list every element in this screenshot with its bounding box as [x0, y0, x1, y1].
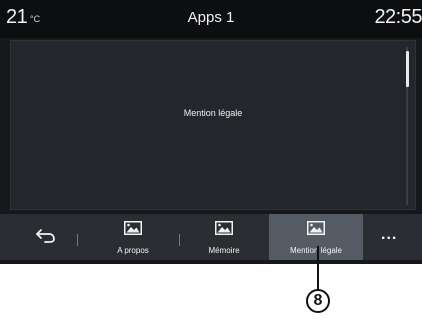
content-panel[interactable]: Mention légale [10, 40, 416, 210]
tab-memoire[interactable]: Mémoire [187, 214, 261, 260]
image-icon [124, 221, 142, 240]
tab-a-propos[interactable]: A propos [96, 214, 170, 260]
bottom-toolbar: A propos Mémoire Mention légale ... [0, 214, 422, 260]
clock: 22:55 [374, 6, 422, 28]
tab-label: A propos [117, 246, 149, 255]
image-icon [307, 221, 325, 240]
more-options-icon[interactable]: ... [381, 226, 397, 244]
toolbar-divider [77, 234, 78, 246]
app-title: Apps 1 [187, 9, 235, 26]
toolbar-divider [179, 234, 180, 246]
infotainment-screen: 21 °C Apps 1 22:55 Mention légale A prop… [0, 0, 422, 264]
callout-leader-line [317, 246, 319, 290]
scrollbar-thumb[interactable] [406, 51, 409, 87]
tab-label: Mémoire [208, 246, 240, 255]
image-icon [215, 221, 233, 240]
back-arrow-icon[interactable] [34, 228, 58, 249]
content-text: Mention légale [183, 108, 243, 118]
tab-mention-legale[interactable]: Mention légale [269, 214, 363, 260]
tab-label: Mention légale [289, 246, 343, 255]
status-bar: 21 °C Apps 1 22:55 [0, 0, 422, 38]
callout-number: 8 [313, 292, 323, 309]
callout-marker: 8 [306, 289, 330, 313]
